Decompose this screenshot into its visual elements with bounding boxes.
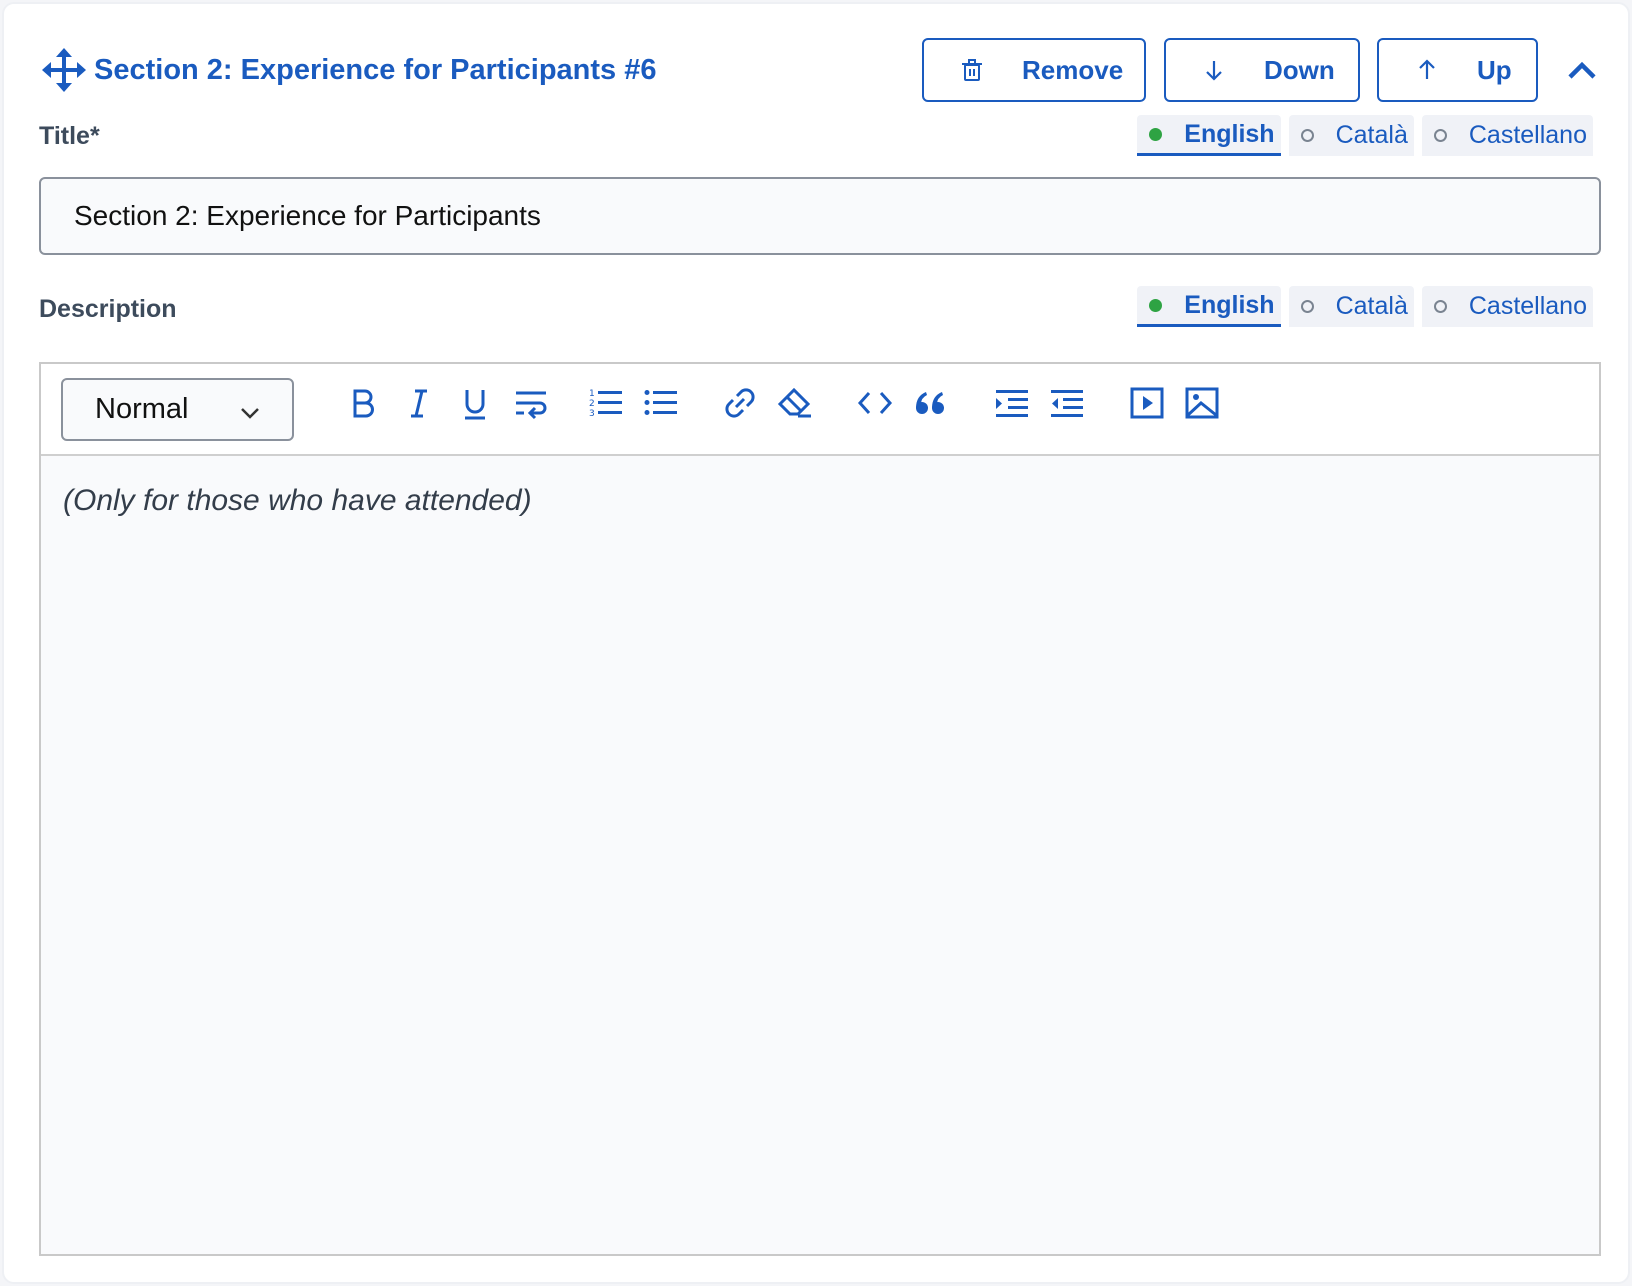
arrow-down-icon: [1200, 56, 1228, 84]
up-label: Up: [1477, 54, 1512, 85]
question-section-card: Section 2: Experience for Participants #…: [2, 2, 1630, 1284]
lang-label: Català: [1335, 292, 1408, 320]
clear-formatting-button[interactable]: [774, 384, 816, 426]
bold-button[interactable]: [342, 384, 384, 426]
title-language-tabs: English Català Castellano: [1137, 115, 1593, 156]
editor-toolbar: Normal 123: [41, 364, 1599, 456]
text-wrap-icon: [513, 385, 549, 426]
inactive-dot-icon: [1433, 300, 1447, 313]
lang-label: English: [1184, 290, 1275, 319]
remove-label: Remove: [1022, 54, 1124, 85]
svg-text:3: 3: [589, 409, 595, 419]
underline-icon: [457, 385, 493, 426]
inactive-dot-icon: [1300, 300, 1314, 313]
active-dot-icon: [1149, 127, 1163, 141]
title-lang-tab-english[interactable]: English: [1137, 115, 1281, 156]
move-up-button[interactable]: Up: [1377, 38, 1538, 102]
down-label: Down: [1264, 54, 1335, 85]
video-icon: [1129, 385, 1165, 426]
active-dot-icon: [1149, 298, 1163, 312]
chevron-down-icon: [238, 400, 262, 424]
bullet-list-icon: [643, 385, 679, 426]
description-lang-tab-castellano[interactable]: Castellano: [1421, 286, 1593, 327]
image-button[interactable]: [1181, 384, 1223, 426]
video-button[interactable]: [1126, 384, 1168, 426]
svg-text:1: 1: [589, 389, 595, 399]
outdent-button[interactable]: [1046, 384, 1088, 426]
italic-icon: [401, 385, 437, 426]
link-button[interactable]: [719, 384, 761, 426]
image-icon: [1184, 385, 1220, 426]
rich-text-editor: Normal 123 (Only for those who have atte…: [39, 362, 1601, 1256]
trash-icon: [958, 56, 986, 84]
blockquote-button[interactable]: [909, 384, 951, 426]
section-heading: Section 2: Experience for Participants #…: [94, 54, 657, 86]
eraser-icon: [777, 385, 813, 426]
inactive-dot-icon: [1300, 129, 1314, 142]
lang-label: Català: [1335, 121, 1408, 149]
indent-button[interactable]: [991, 384, 1033, 426]
code-icon: [857, 385, 893, 426]
lang-label: Castellano: [1468, 121, 1587, 149]
bold-icon: [345, 385, 381, 426]
format-select[interactable]: Normal: [61, 378, 294, 441]
remove-button[interactable]: Remove: [922, 38, 1146, 102]
chevron-up-icon[interactable]: [1562, 50, 1602, 90]
svg-text:2: 2: [589, 399, 595, 409]
lang-label: Castellano: [1468, 292, 1587, 320]
underline-button[interactable]: [454, 384, 496, 426]
inactive-dot-icon: [1433, 129, 1447, 142]
move-down-button[interactable]: Down: [1164, 38, 1360, 102]
italic-button[interactable]: [398, 384, 440, 426]
description-language-tabs: English Català Castellano: [1137, 286, 1593, 327]
text-wrap-button[interactable]: [510, 384, 552, 426]
bullet-list-button[interactable]: [640, 384, 682, 426]
title-input[interactable]: [39, 177, 1601, 255]
lang-label: English: [1184, 119, 1275, 148]
format-select-value: Normal: [95, 393, 189, 425]
link-icon: [722, 385, 758, 426]
title-lang-tab-castellano[interactable]: Castellano: [1421, 115, 1593, 156]
ordered-list-button[interactable]: 123: [585, 384, 627, 426]
move-arrows-icon[interactable]: [42, 48, 86, 92]
description-lang-tab-catala[interactable]: Català: [1288, 286, 1414, 327]
description-label: Description: [39, 295, 177, 323]
code-button[interactable]: [854, 384, 896, 426]
title-label: Title*: [39, 122, 100, 150]
outdent-icon: [1049, 385, 1085, 426]
arrow-up-icon: [1413, 56, 1441, 84]
title-lang-tab-catala[interactable]: Català: [1288, 115, 1414, 156]
editor-content[interactable]: (Only for those who have attended): [63, 484, 532, 518]
quote-icon: [912, 385, 948, 426]
ordered-list-icon: 123: [588, 385, 624, 426]
indent-icon: [994, 385, 1030, 426]
description-lang-tab-english[interactable]: English: [1137, 286, 1281, 327]
